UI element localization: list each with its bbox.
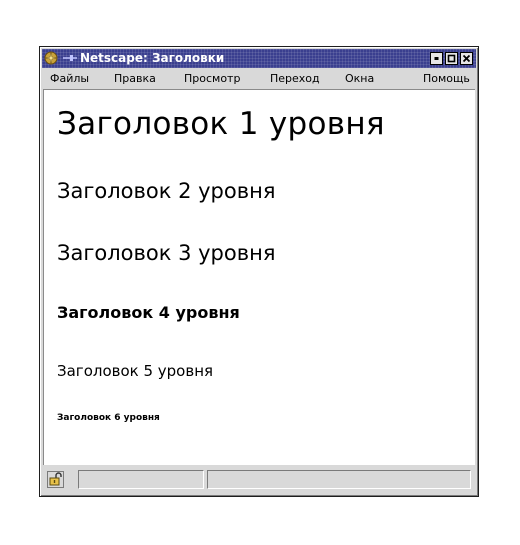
- menu-view[interactable]: Просмотр: [184, 69, 240, 88]
- menu-help[interactable]: Помощь: [423, 69, 470, 88]
- browser-window: Netscape: Заголовки Файлы Правка Просмот…: [39, 46, 479, 497]
- menu-go[interactable]: Переход: [270, 69, 320, 88]
- heading-level-4: Заголовок 4 уровня: [57, 303, 240, 322]
- heading-level-1: Заголовок 1 уровня: [57, 106, 385, 142]
- pin-icon[interactable]: [62, 51, 78, 65]
- menu-edit[interactable]: Правка: [114, 69, 156, 88]
- lock-open-icon[interactable]: [47, 471, 64, 488]
- minimize-button[interactable]: [430, 52, 443, 65]
- status-message-field: [207, 470, 471, 489]
- maximize-button[interactable]: [445, 52, 458, 65]
- maximize-icon: [447, 54, 456, 63]
- close-button[interactable]: [460, 52, 473, 65]
- close-icon: [462, 54, 471, 63]
- heading-level-6: Заголовок 6 уровня: [57, 413, 160, 423]
- security-status-field: [78, 470, 204, 489]
- menu-bar: Файлы Правка Просмотр Переход Окна Помощ…: [42, 69, 476, 88]
- menu-windows[interactable]: Окна: [345, 69, 374, 88]
- status-bar: [42, 467, 476, 492]
- netscape-compass-icon[interactable]: [44, 51, 58, 65]
- heading-level-3: Заголовок 3 уровня: [57, 241, 276, 265]
- menu-file[interactable]: Файлы: [50, 69, 89, 88]
- title-bar[interactable]: Netscape: Заголовки: [42, 49, 476, 68]
- minimize-icon: [434, 57, 439, 60]
- heading-level-5: Заголовок 5 уровня: [57, 362, 214, 380]
- heading-level-2: Заголовок 2 уровня: [57, 179, 276, 203]
- window-title: Netscape: Заголовки: [80, 51, 225, 65]
- page-content[interactable]: Заголовок 1 уровня Заголовок 2 уровня За…: [43, 89, 475, 465]
